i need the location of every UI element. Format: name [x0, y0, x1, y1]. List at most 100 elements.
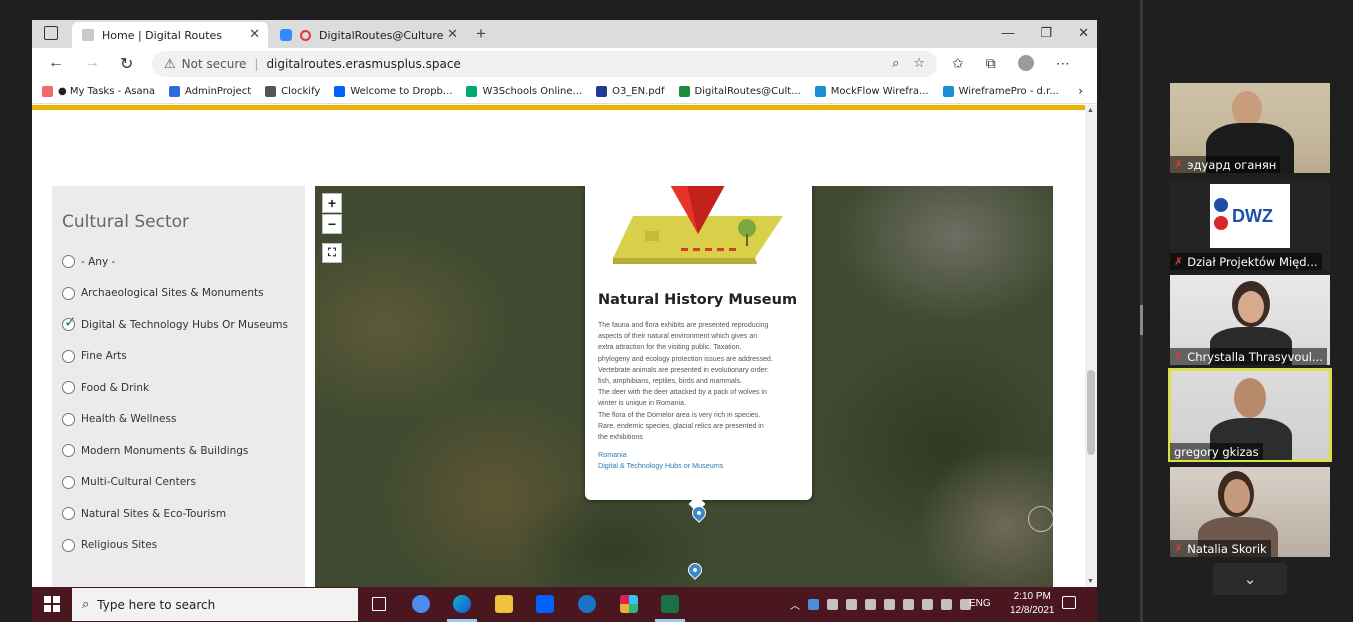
forward-icon[interactable]: →	[84, 54, 100, 72]
zoom-out-button[interactable]: −	[322, 214, 342, 234]
close-tab-icon[interactable]: ✕	[249, 27, 260, 42]
participant-video	[1238, 291, 1264, 323]
radio-button[interactable]	[62, 538, 75, 552]
bookmark-item[interactable]: Clockify	[265, 86, 320, 97]
tray-app-icon[interactable]	[846, 599, 857, 610]
bookmark-item[interactable]: DigitalRoutes@Cult...	[678, 86, 801, 97]
participant-tile[interactable]: ✗ Natalia Skorik	[1170, 467, 1330, 557]
sector-option[interactable]: Modern Monuments & Buildings	[62, 435, 302, 467]
sector-label: Food & Drink	[81, 381, 150, 394]
participant-tile[interactable]: DWZ ✗ Dział Projektów Międ...	[1170, 180, 1330, 270]
warning-icon: ⚠	[164, 56, 176, 72]
bookmark-label: DigitalRoutes@Cult...	[694, 86, 801, 97]
profile-avatar-icon[interactable]	[1017, 55, 1034, 71]
bookmark-label: Clockify	[281, 86, 321, 97]
tray-app-icon[interactable]	[865, 599, 876, 610]
file-explorer-icon[interactable]	[495, 595, 513, 613]
scroll-up-icon[interactable]: ▲	[1087, 107, 1094, 114]
sector-option[interactable]: Food & Drink	[62, 372, 302, 404]
tray-chevron-icon[interactable]: ︿	[790, 597, 800, 612]
search-icon: ⌕	[82, 597, 90, 612]
task-view-icon[interactable]	[372, 597, 386, 611]
sector-option[interactable]: Natural Sites & Eco-Tourism	[62, 498, 302, 530]
terrain-patch	[835, 186, 1053, 326]
address-bar[interactable]: ⚠ Not secure | digitalroutes.erasmusplus…	[152, 51, 937, 77]
battery-icon[interactable]	[922, 599, 933, 610]
show-more-participants-icon[interactable]: ⌄	[1213, 563, 1287, 595]
slack-icon[interactable]	[620, 595, 638, 613]
bookmark-item[interactable]: ● My Tasks - Asana	[42, 86, 155, 97]
more-menu-icon[interactable]: ⋯	[1056, 55, 1070, 72]
microphone-icon[interactable]	[884, 599, 895, 610]
sector-option[interactable]: Fine Arts	[62, 341, 302, 373]
tab-digitalroutes[interactable]: DigitalRoutes@Culture ✕	[270, 22, 466, 48]
bookmark-item[interactable]: Welcome to Dropb...	[334, 86, 452, 97]
favorites-icon[interactable]: ✩	[952, 55, 964, 72]
radio-button[interactable]: ✓	[62, 313, 77, 332]
chrome-icon[interactable]	[412, 595, 430, 613]
sector-option[interactable]: Health & Wellness	[62, 404, 302, 436]
radio-button[interactable]	[62, 381, 75, 395]
zoom-in-button[interactable]: +	[322, 193, 342, 213]
map[interactable]: + − ⛶ Natural History Museum The fauna a…	[315, 186, 1053, 587]
radio-button[interactable]	[62, 444, 75, 458]
tab-actions-icon[interactable]	[44, 26, 58, 40]
participant-video	[1234, 378, 1266, 418]
new-tab-icon[interactable]: +	[476, 24, 486, 44]
restore-icon[interactable]: ❐	[1040, 25, 1052, 41]
outlook-icon[interactable]	[578, 595, 596, 613]
dropbox-icon[interactable]	[536, 595, 554, 613]
radio-button[interactable]	[62, 412, 75, 426]
language-indicator[interactable]: ENG	[969, 598, 991, 609]
muted-mic-icon: ✗	[1174, 542, 1184, 555]
radio-button[interactable]	[62, 475, 75, 489]
divider-handle[interactable]	[1140, 305, 1143, 335]
sector-option[interactable]: ✓ Digital & Technology Hubs Or Museums	[62, 309, 302, 341]
participant-tile[interactable]: ✗ эдуард оганян	[1170, 83, 1330, 173]
excel-icon[interactable]	[661, 595, 679, 613]
participant-tile-active[interactable]: gregory gkizas	[1168, 368, 1332, 462]
category-link[interactable]: Digital & Technology Hubs or Museums	[598, 460, 723, 471]
notification-icon[interactable]	[1062, 596, 1076, 609]
edge-icon[interactable]	[453, 595, 471, 613]
taskbar-search[interactable]: ⌕ Type here to search	[72, 588, 358, 621]
bookmark-item[interactable]: AdminProject	[169, 86, 251, 97]
bookmark-favicon-icon	[678, 86, 690, 97]
scroll-down-icon[interactable]: ▼	[1087, 578, 1094, 585]
sector-option[interactable]: Multi-Cultural Centers	[62, 467, 302, 499]
sector-option[interactable]: Archaeological Sites & Monuments	[62, 278, 302, 310]
add-favorite-icon[interactable]: ☆	[913, 56, 925, 71]
tab-home[interactable]: Home | Digital Routes ✕	[72, 22, 268, 48]
minimize-icon[interactable]: —	[1001, 25, 1014, 41]
bookmark-item[interactable]: MockFlow Wirefra...	[814, 86, 929, 97]
collections-icon[interactable]: ⧉	[986, 55, 996, 72]
bookmarks-overflow-icon[interactable]: ›	[1078, 84, 1083, 98]
windows-start-icon[interactable]	[44, 596, 60, 612]
popup-links: Romania Digital & Technology Hubs or Mus…	[598, 449, 723, 471]
clock[interactable]: 2:10 PM 12/8/2021	[1010, 590, 1055, 618]
close-tab-icon[interactable]: ✕	[447, 27, 458, 42]
reload-icon[interactable]: ↻	[120, 54, 133, 74]
back-icon[interactable]: ←	[48, 54, 64, 72]
close-window-icon[interactable]: ✕	[1078, 25, 1089, 41]
scroll-thumb[interactable]	[1087, 370, 1095, 455]
sector-option[interactable]: - Any -	[62, 246, 302, 278]
onedrive-icon[interactable]	[808, 599, 819, 610]
radio-button[interactable]	[62, 286, 75, 300]
radio-button[interactable]	[62, 507, 75, 521]
sector-option[interactable]: Religious Sites	[62, 530, 302, 562]
page-scrollbar[interactable]: ▲ ▼	[1085, 105, 1097, 587]
bookmark-item[interactable]: WireframePro - d.r...	[942, 86, 1059, 97]
popup-text-line: the exhibitions	[598, 434, 643, 442]
tray-app-icon[interactable]	[903, 599, 914, 610]
country-link[interactable]: Romania	[598, 449, 723, 460]
participant-tile[interactable]: ✗ Chrystalla Thrasyvoul...	[1170, 275, 1330, 365]
tray-app-icon[interactable]	[827, 599, 838, 610]
bookmark-item[interactable]: O3_EN.pdf	[596, 86, 665, 97]
radio-button[interactable]	[62, 349, 75, 363]
bookmark-item[interactable]: W3Schools Online...	[466, 86, 582, 97]
wifi-icon[interactable]	[941, 599, 952, 610]
zoom-search-icon[interactable]: ⌕	[892, 56, 899, 71]
fullscreen-icon[interactable]: ⛶	[322, 243, 342, 263]
radio-button[interactable]	[62, 255, 75, 269]
